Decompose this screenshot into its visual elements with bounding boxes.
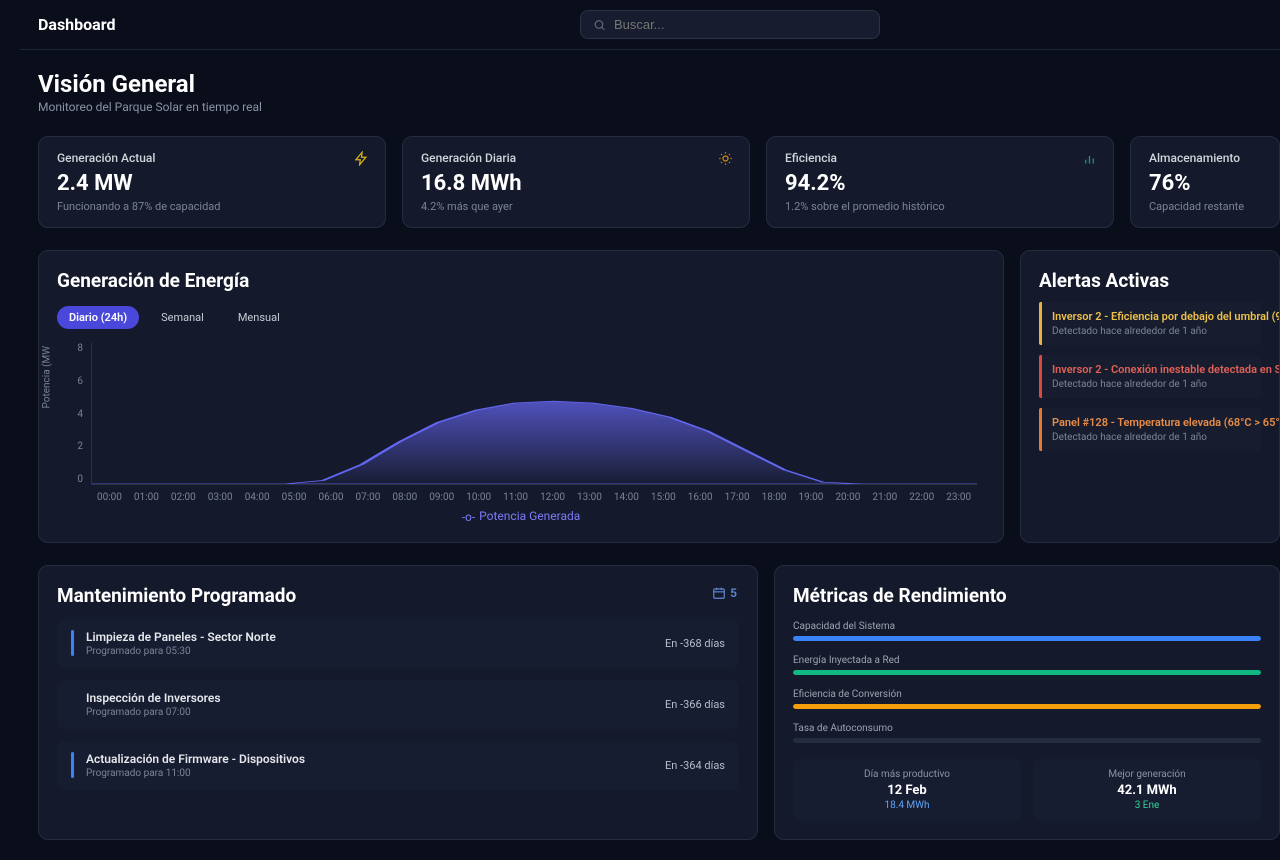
performance-card: Mejor generación 42.1 MWh 3 Ene <box>1033 759 1261 821</box>
sun-icon <box>718 151 733 170</box>
kpi-label: Generación Actual <box>57 151 367 165</box>
metric-row: Energía Inyectada a Red <box>793 655 1261 675</box>
bars-icon <box>1082 151 1097 170</box>
calendar-icon <box>712 586 726 600</box>
kpi-label: Generación Diaria <box>421 151 731 165</box>
kpi-label: Almacenamiento <box>1149 151 1261 165</box>
metric-bar <box>793 738 1261 743</box>
kpi-value: 76% <box>1149 171 1261 196</box>
chart-tabs: Diario (24h) Semanal Mensual <box>57 306 985 329</box>
maintenance-due: En -368 días <box>665 637 725 650</box>
chart-area: Potencia (MW 86420 00:0001:0002:0003:000… <box>57 343 985 503</box>
kpi-value: 2.4 MW <box>57 171 367 196</box>
performance-panel: Métricas de Rendimiento Capacidad del Si… <box>774 565 1280 840</box>
search-box[interactable] <box>580 10 880 39</box>
metric-label: Capacidad del Sistema <box>793 621 1261 632</box>
metric-bar <box>793 704 1261 709</box>
maintenance-item[interactable]: Actualización de Firmware - Dispositivos… <box>57 741 739 790</box>
maintenance-title: Limpieza de Paneles - Sector Norte <box>86 630 276 644</box>
kpi-card-daily-gen: Generación Diaria 16.8 MWh 4.2% más que … <box>402 136 750 228</box>
energy-generation-panel: Generación de Energía Diario (24h) Seman… <box>38 250 1004 543</box>
priority-bar <box>71 630 74 656</box>
alert-item[interactable]: Inversor 2 - Eficiencia por debajo del u… <box>1039 302 1261 345</box>
kpi-label: Eficiencia <box>785 151 1095 165</box>
panel-title: Generación de Energía <box>57 269 985 292</box>
metric-label: Tasa de Autoconsumo <box>793 723 1261 734</box>
perf-card-value: 12 Feb <box>803 783 1011 798</box>
kpi-card-current-gen: Generación Actual 2.4 MW Funcionando a 8… <box>38 136 386 228</box>
area-chart <box>92 343 977 484</box>
alert-sub: Detectado hace alrededor de 1 año <box>1052 379 1251 390</box>
alerts-panel: Alertas Activas Inversor 2 - Eficiencia … <box>1020 250 1280 543</box>
perf-card-label: Día más productivo <box>803 769 1011 780</box>
maintenance-sub: Programado para 11:00 <box>86 768 305 779</box>
metric-label: Energía Inyectada a Red <box>793 655 1261 666</box>
priority-bar <box>71 691 74 717</box>
perf-card-label: Mejor generación <box>1043 769 1251 780</box>
maintenance-title: Inspección de Inversores <box>86 691 221 705</box>
tab-weekly[interactable]: Semanal <box>149 306 216 329</box>
search-icon <box>593 18 606 32</box>
search-input[interactable] <box>614 17 867 32</box>
maintenance-title: Actualización de Firmware - Dispositivos <box>86 752 305 766</box>
page-subtitle: Monitoreo del Parque Solar en tiempo rea… <box>38 100 1280 114</box>
y-axis-label: Potencia (MW <box>42 346 53 409</box>
metric-bar <box>793 636 1261 641</box>
metric-row: Capacidad del Sistema <box>793 621 1261 641</box>
y-axis: 86420 <box>57 343 83 485</box>
kpi-sub: Capacidad restante <box>1149 200 1261 213</box>
maintenance-sub: Programado para 07:00 <box>86 707 221 718</box>
metric-row: Tasa de Autoconsumo <box>793 723 1261 743</box>
panel-title: Métricas de Rendimiento <box>793 584 1261 607</box>
panel-title: Mantenimiento Programado <box>57 584 739 607</box>
tab-monthly[interactable]: Mensual <box>226 306 292 329</box>
alert-sub: Detectado hace alrededor de 1 año <box>1052 432 1251 443</box>
chart-legend: -o-Potencia Generada <box>57 509 985 524</box>
header-title: Dashboard <box>38 15 115 34</box>
kpi-sub: 1.2% sobre el promedio histórico <box>785 200 1095 213</box>
kpi-value: 94.2% <box>785 171 1095 196</box>
maintenance-due: En -366 días <box>665 698 725 711</box>
app-header: Dashboard <box>20 0 1280 50</box>
kpi-row: Generación Actual 2.4 MW Funcionando a 8… <box>38 136 1280 228</box>
maintenance-sub: Programado para 05:30 <box>86 646 276 657</box>
tab-daily[interactable]: Diario (24h) <box>57 306 139 329</box>
perf-card-sub: 3 Ene <box>1043 800 1251 811</box>
alert-item[interactable]: Inversor 2 - Conexión inestable detectad… <box>1039 355 1261 398</box>
bolt-icon <box>354 151 369 170</box>
page-title: Visión General <box>38 70 1280 98</box>
alert-sub: Detectado hace alrededor de 1 año <box>1052 326 1251 337</box>
metric-row: Eficiencia de Conversión <box>793 689 1261 709</box>
performance-card: Día más productivo 12 Feb 18.4 MWh <box>793 759 1021 821</box>
maintenance-count-badge: 5 <box>712 586 737 600</box>
kpi-value: 16.8 MWh <box>421 171 731 196</box>
alert-title: Inversor 2 - Eficiencia por debajo del u… <box>1052 310 1251 323</box>
alert-item[interactable]: Panel #128 - Temperatura elevada (68°C >… <box>1039 408 1261 451</box>
x-axis: 00:0001:0002:0003:0004:0005:0006:0007:00… <box>91 492 977 503</box>
alert-title: Panel #128 - Temperatura elevada (68°C >… <box>1052 416 1251 429</box>
kpi-card-efficiency: Eficiencia 94.2% 1.2% sobre el promedio … <box>766 136 1114 228</box>
kpi-sub: Funcionando a 87% de capacidad <box>57 200 367 213</box>
maintenance-due: En -364 días <box>665 759 725 772</box>
panel-title: Alertas Activas <box>1039 269 1261 292</box>
maintenance-item[interactable]: Limpieza de Paneles - Sector Norte Progr… <box>57 619 739 668</box>
alert-title: Inversor 2 - Conexión inestable detectad… <box>1052 363 1251 376</box>
metric-bar <box>793 670 1261 675</box>
maintenance-panel: Mantenimiento Programado 5 Limpieza de P… <box>38 565 758 840</box>
priority-bar <box>71 752 74 778</box>
maintenance-item[interactable]: Inspección de Inversores Programado para… <box>57 680 739 729</box>
kpi-card-storage: Almacenamiento 76% Capacidad restante <box>1130 136 1280 228</box>
kpi-sub: 4.2% más que ayer <box>421 200 731 213</box>
metric-label: Eficiencia de Conversión <box>793 689 1261 700</box>
perf-card-sub: 18.4 MWh <box>803 800 1011 811</box>
perf-card-value: 42.1 MWh <box>1043 783 1251 798</box>
